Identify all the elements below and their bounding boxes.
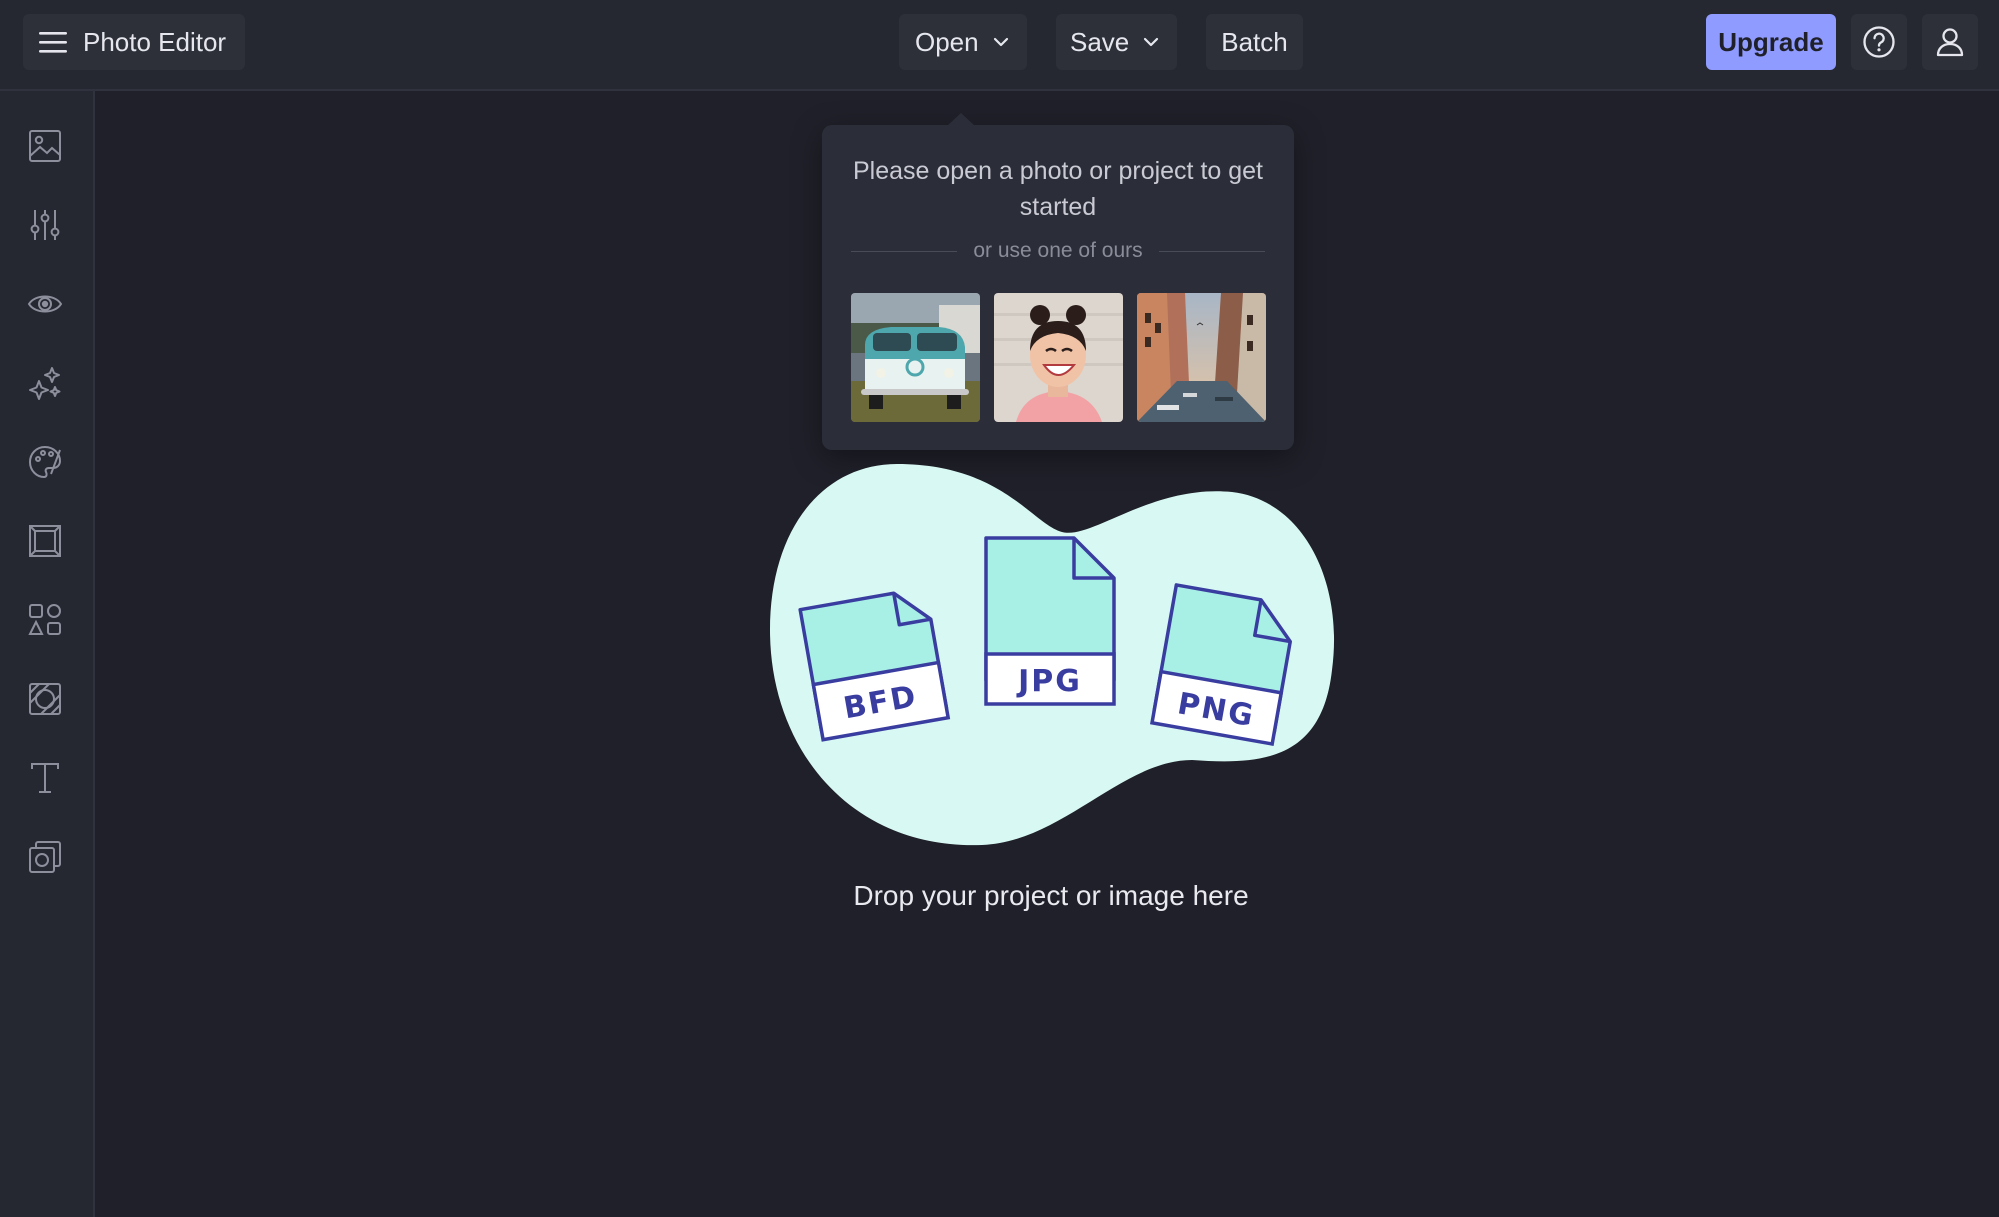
sidebar-item-effects[interactable] <box>26 364 64 402</box>
batch-label: Batch <box>1221 26 1288 57</box>
sparkles-effects-icon <box>29 367 61 400</box>
jpg-label: JPG <box>1016 664 1082 699</box>
chevron-down-icon <box>993 37 1008 47</box>
overlays-icon <box>29 841 61 873</box>
app-title: Photo Editor <box>83 26 227 57</box>
graphics-shapes-icon <box>28 604 61 635</box>
adjustments-sliders-icon <box>30 210 60 240</box>
sample-image-canal[interactable] <box>1137 293 1266 422</box>
eye-icon <box>27 295 63 313</box>
sidebar-item-adjust[interactable] <box>26 206 64 244</box>
image-icon <box>29 130 61 162</box>
help-button[interactable] <box>1851 14 1907 70</box>
popover-title: Please open a photo or project to get st… <box>852 157 1263 221</box>
account-button[interactable] <box>1922 14 1978 70</box>
get-started-popover: Please open a photo or project to get st… <box>822 113 1294 450</box>
upgrade-button[interactable]: Upgrade <box>1706 14 1836 70</box>
divider-line <box>851 250 958 252</box>
sample-image-portrait[interactable] <box>994 293 1123 422</box>
drop-zone-illustration[interactable]: BFD JPG PNG <box>762 460 1342 860</box>
user-icon <box>1936 28 1964 57</box>
save-label: Save <box>1070 26 1130 57</box>
main-menu-button[interactable]: Photo Editor <box>23 14 245 70</box>
frame-icon <box>29 525 61 557</box>
popover-divider: or use one of ours <box>851 238 1265 264</box>
open-button[interactable]: Open <box>899 14 1027 70</box>
sidebar-item-textures[interactable] <box>26 680 64 718</box>
sidebar-item-artsy[interactable] <box>26 443 64 481</box>
sidebar-item-frames[interactable] <box>26 522 64 560</box>
divider-line <box>1158 250 1265 252</box>
sidebar-item-view[interactable] <box>26 285 64 323</box>
open-label: Open <box>915 26 979 57</box>
upgrade-label: Upgrade <box>1718 26 1824 57</box>
batch-button[interactable]: Batch <box>1206 14 1303 70</box>
save-button[interactable]: Save <box>1056 14 1177 70</box>
drop-instruction: Drop your project or image here <box>853 880 1249 911</box>
help-icon <box>1863 26 1895 58</box>
sample-image-van[interactable] <box>851 293 980 422</box>
jpg-file-icon: JPG <box>984 536 1116 706</box>
chevron-down-icon <box>1144 37 1159 47</box>
sidebar-item-image[interactable] <box>26 127 64 165</box>
divider-text: or use one of ours <box>973 239 1143 262</box>
top-bar: Photo Editor Open Save Batch Upgrade <box>0 0 1999 91</box>
sidebar-item-text[interactable] <box>26 759 64 797</box>
textures-icon <box>29 683 61 715</box>
text-icon <box>31 763 59 793</box>
tool-sidebar <box>0 91 95 1217</box>
sidebar-item-overlays[interactable] <box>26 838 64 876</box>
hamburger-menu-icon <box>39 32 67 53</box>
paint-palette-icon <box>28 445 62 479</box>
sidebar-item-graphics[interactable] <box>26 601 64 639</box>
